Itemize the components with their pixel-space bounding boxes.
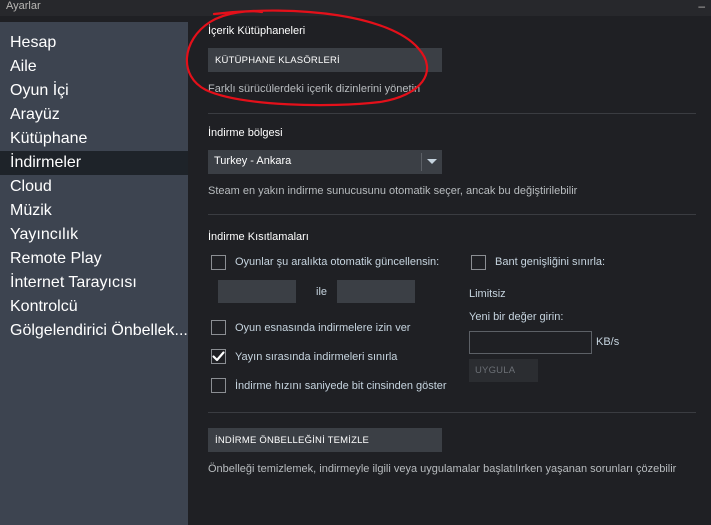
bandwidth-limit-status: Limitsiz [469, 288, 506, 300]
download-region-select[interactable]: Turkey - Ankara [208, 150, 442, 174]
downloads-panel: İçerik Kütüphaneleri KÜTÜPHANE KLASÖRLER… [188, 16, 711, 525]
bits-per-second-label: İndirme hızını saniyede bit cinsinden gö… [235, 380, 447, 392]
allow-during-game-label: Oyun esnasında indirmelere izin ver [235, 322, 411, 334]
bandwidth-unit: KB/s [596, 336, 620, 348]
library-folders-button[interactable]: KÜTÜPHANE KLASÖRLERİ [208, 48, 442, 72]
title-bar: Ayarlar – [0, 0, 711, 16]
download-restrictions-heading: İndirme Kısıtlamaları [208, 231, 309, 243]
sidebar-item-account[interactable]: Hesap [0, 31, 188, 55]
content-libraries-heading: İçerik Kütüphaneleri [208, 25, 306, 37]
clear-cache-description: Önbelleği temizlemek, indirmeyle ilgili … [208, 463, 677, 475]
section-divider [208, 412, 696, 413]
end-time-input[interactable] [337, 280, 415, 303]
auto-update-label: Oyunlar şu aralıkta otomatik güncellensi… [235, 256, 440, 268]
throttle-streaming-checkbox[interactable] [211, 349, 226, 364]
sidebar-item-library[interactable]: Kütüphane [0, 127, 188, 151]
sidebar-item-interface[interactable]: Arayüz [0, 103, 188, 127]
sidebar-item-family[interactable]: Aile [0, 55, 188, 79]
sidebar-item-broadcasting[interactable]: Yayıncılık [0, 223, 188, 247]
throttle-streaming-label: Yayın sırasında indirmeleri sınırla [235, 351, 398, 363]
section-divider [208, 214, 696, 215]
bandwidth-value-input[interactable] [470, 332, 591, 353]
sidebar-item-cloud[interactable]: Cloud [0, 175, 188, 199]
sidebar-item-controller[interactable]: Kontrolcü [0, 295, 188, 319]
apply-button[interactable]: UYGULA [469, 359, 538, 382]
sidebar-item-downloads[interactable]: İndirmeler [0, 151, 188, 175]
allow-during-game-checkbox[interactable] [211, 320, 226, 335]
bits-per-second-checkbox[interactable] [211, 378, 226, 393]
download-region-heading: İndirme bölgesi [208, 127, 283, 139]
sidebar-item-music[interactable]: Müzik [0, 199, 188, 223]
chevron-down-icon [427, 159, 437, 164]
settings-sidebar: Hesap Aile Oyun İçi Arayüz Kütüphane İnd… [0, 22, 188, 525]
content-libraries-description: Farklı sürücülerdeki içerik dizinlerini … [208, 83, 421, 95]
auto-update-start-time[interactable] [218, 280, 296, 303]
minimize-icon[interactable]: – [698, 0, 705, 13]
auto-update-end-time[interactable] [337, 280, 415, 303]
sidebar-item-in-game[interactable]: Oyun İçi [0, 79, 188, 103]
sidebar-item-web-browser[interactable]: İnternet Tarayıcısı [0, 271, 188, 295]
bandwidth-value-field[interactable] [469, 331, 592, 354]
auto-update-checkbox[interactable] [211, 255, 226, 270]
sidebar-nav: Hesap Aile Oyun İçi Arayüz Kütüphane İnd… [0, 22, 188, 343]
section-divider [208, 113, 696, 114]
download-region-value: Turkey - Ankara [214, 155, 292, 167]
select-divider [421, 153, 422, 171]
sidebar-item-shader-cache[interactable]: Gölgelendirici Önbellek... [0, 319, 188, 343]
clear-download-cache-button[interactable]: İNDİRME ÖNBELLEĞİNİ TEMİZLE [208, 428, 442, 452]
between-label: ile [316, 286, 328, 298]
start-time-input[interactable] [218, 280, 296, 303]
sidebar-item-remote-play[interactable]: Remote Play [0, 247, 188, 271]
limit-bandwidth-label: Bant genişliğini sınırla: [495, 256, 606, 268]
checkmark-icon [212, 351, 225, 362]
new-value-label: Yeni bir değer girin: [469, 311, 564, 323]
window-title: Ayarlar [6, 0, 41, 12]
limit-bandwidth-checkbox[interactable] [471, 255, 486, 270]
download-region-description: Steam en yakın indirme sunucusunu otomat… [208, 185, 578, 197]
